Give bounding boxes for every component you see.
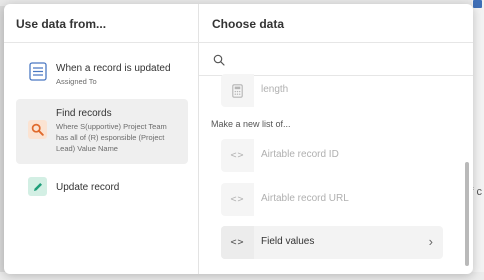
use-data-from-title: Use data from... bbox=[16, 17, 107, 31]
step-title: Find records bbox=[56, 108, 112, 119]
search-icon bbox=[213, 53, 225, 71]
search-input[interactable] bbox=[231, 49, 455, 71]
step-subtitle: Where S(upportive) Project Team has all … bbox=[56, 122, 167, 153]
use-data-from-pane: Use data from... When a record is update… bbox=[4, 4, 199, 274]
calculator-icon bbox=[221, 74, 254, 107]
field-values[interactable]: <> Field values › bbox=[221, 226, 443, 259]
field-length: length bbox=[221, 74, 443, 107]
field-label: Airtable record URL bbox=[261, 193, 349, 204]
data-picker-popup: Use data from... When a record is update… bbox=[4, 4, 473, 274]
choose-data-title: Choose data bbox=[212, 17, 285, 31]
step-subtitle: Assigned To bbox=[56, 77, 97, 86]
pencil-icon bbox=[28, 177, 47, 196]
step-find-records[interactable]: Find records Where S(upportive) Project … bbox=[16, 99, 188, 164]
field-label: length bbox=[261, 84, 289, 95]
field-label: Field values bbox=[261, 236, 315, 247]
choose-data-pane: Choose data length Make a new list of...… bbox=[199, 4, 473, 274]
field-airtable-record-url: <> Airtable record URL bbox=[221, 183, 443, 216]
table-grid-icon bbox=[28, 62, 47, 81]
field-airtable-record-id: <> Airtable record ID bbox=[221, 139, 443, 172]
section-label: Make a new list of... bbox=[211, 119, 291, 129]
field-label: Airtable record ID bbox=[261, 149, 339, 160]
magnifier-icon bbox=[28, 120, 47, 139]
background-corner-icon bbox=[473, 0, 482, 8]
step-update-record[interactable]: Update record bbox=[16, 174, 188, 200]
step-when-record-updated[interactable]: When a record is updated Assigned To bbox=[16, 56, 188, 94]
divider bbox=[4, 42, 199, 43]
code-icon: <> bbox=[221, 226, 254, 259]
scrollbar-thumb[interactable] bbox=[465, 162, 469, 266]
step-title: Update record bbox=[56, 182, 120, 193]
background-app-side bbox=[472, 0, 484, 280]
step-title: When a record is updated bbox=[56, 63, 171, 74]
search-bar bbox=[199, 43, 473, 75]
code-icon: <> bbox=[221, 139, 254, 172]
chevron-right-icon: › bbox=[428, 234, 433, 249]
code-icon: <> bbox=[221, 183, 254, 216]
